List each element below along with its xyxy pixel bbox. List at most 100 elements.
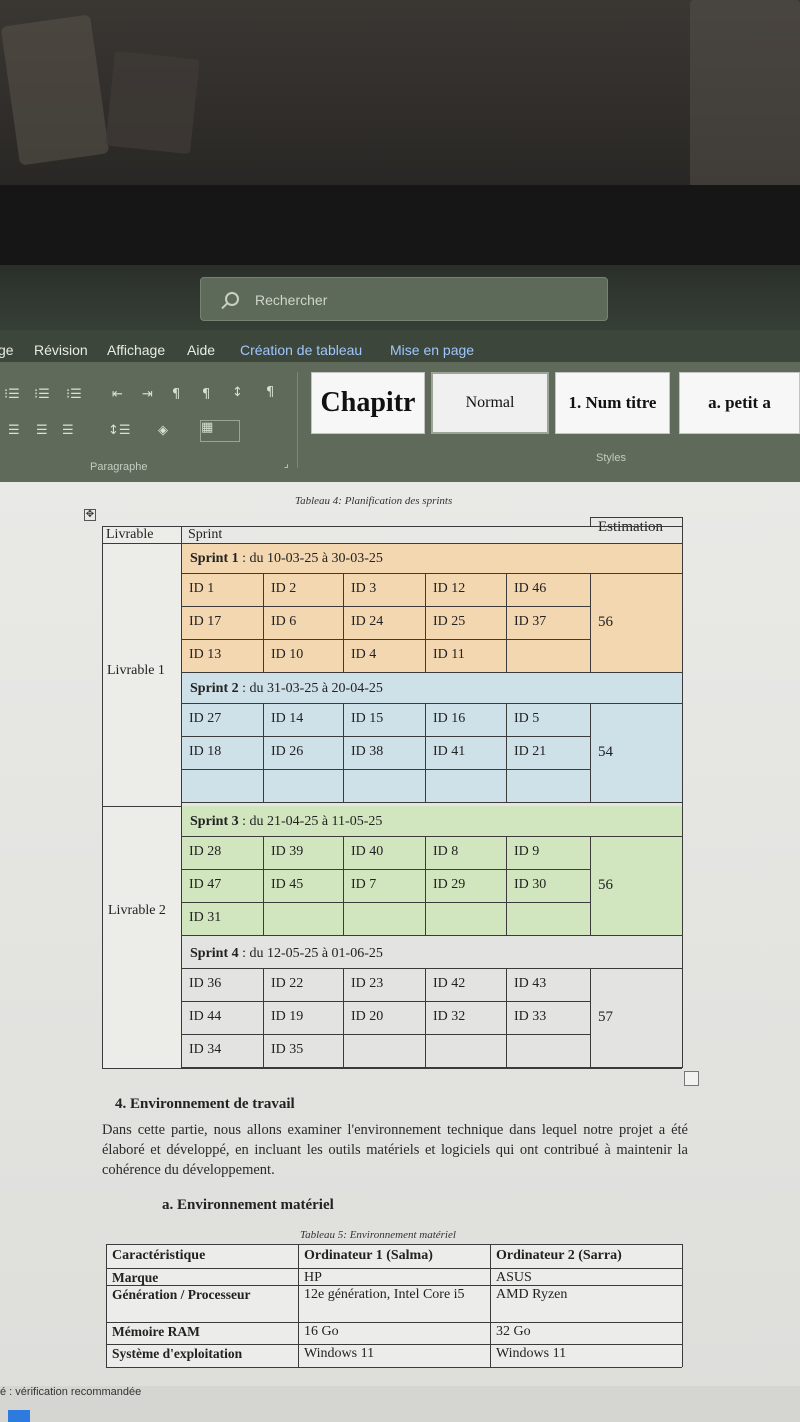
grid-line [181,902,590,903]
user-story-id: ID 26 [271,744,304,759]
sprint-title: Sprint 1 : du 10-03-25 à 30-03-25 [190,551,383,567]
table5-cell: Windows 11 [304,1346,375,1361]
background-object [0,14,110,166]
grid-line [181,935,682,936]
sprint-estimation: 57 [598,1009,613,1025]
background-object [105,50,200,155]
grid-line [590,517,682,518]
style-petit-a[interactable]: a. petit a [679,372,800,434]
align-right-icon[interactable]: ☰ [36,424,58,438]
ltr-icon[interactable]: ¶ [172,388,194,402]
user-story-id: ID 36 [189,976,222,991]
grid-line [181,672,682,673]
grid-line [506,968,507,1067]
sprint-estimation: 56 [598,877,613,893]
sprint-dates: : du 10-03-25 à 30-03-25 [238,551,383,566]
table-move-handle-icon[interactable]: ✥ [84,509,96,521]
table5-cell: AMD Ryzen [496,1287,568,1302]
grid-line [106,1344,682,1345]
search-box[interactable]: Rechercher [200,277,608,321]
grid-line [425,836,426,935]
user-story-id: ID 7 [351,877,377,892]
style-chapitre[interactable]: Chapitr [311,372,425,434]
grid-line [590,703,591,802]
table5-header: Caractéristique [112,1248,206,1263]
user-story-id: ID 30 [514,877,547,892]
table5-cell: 12e génération, Intel Core i5 [304,1287,465,1302]
decrease-indent-icon[interactable]: ⇤ [112,388,134,402]
table5-cell: HP [304,1270,322,1285]
user-story-id: ID 2 [271,581,297,596]
sprint-estimation: 56 [598,614,613,630]
justify-icon[interactable]: ☰ [62,424,84,438]
user-story-id: ID 24 [351,614,384,629]
header-estimation: Estimation [598,519,663,535]
grid-line [343,703,344,802]
grid-line [102,806,181,807]
numbering-icon[interactable]: ⁝☰ [34,388,56,402]
style-normal[interactable]: Normal [431,372,549,434]
user-story-id: ID 9 [514,844,540,859]
borders-icon[interactable]: ▦ [200,420,240,442]
user-story-id: ID 14 [271,711,304,726]
grid-line [181,1034,590,1035]
menu-item-affichage[interactable]: Affichage [107,342,165,358]
table5-cell: 16 Go [304,1324,339,1339]
grid-line [181,526,182,1068]
sprint-title: Sprint 3 : du 21-04-25 à 11-05-25 [190,814,382,830]
user-story-id: ID 18 [189,744,222,759]
grid-line [263,573,264,672]
grid-line [263,968,264,1067]
grid-line [490,1244,491,1367]
align-center-icon[interactable]: ☰ [8,424,30,438]
grid-line [343,968,344,1067]
grid-line [506,703,507,802]
sort-icon[interactable]: ↕ [232,386,254,400]
grid-line [181,1001,590,1002]
grid-line [102,543,682,544]
windows-start-icon[interactable] [8,1410,30,1422]
table5-header: Ordinateur 2 (Sarra) [496,1248,622,1263]
shading-icon[interactable]: ◈ [158,424,180,438]
style-label: a. petit a [708,393,771,412]
menu-item-aide[interactable]: Aide [187,342,215,358]
search-icon [225,292,239,306]
user-story-id: ID 34 [189,1042,222,1057]
table5-cell: Mémoire RAM [112,1324,200,1339]
grid-line [590,836,591,935]
sprint-title: Sprint 2 : du 31-03-25 à 20-04-25 [190,681,383,697]
user-story-id: ID 22 [271,976,304,991]
menu-item-page[interactable]: ge [0,342,14,358]
table5-cell: Windows 11 [496,1346,567,1361]
user-story-id: ID 33 [514,1009,547,1024]
grid-line [343,836,344,935]
table5-caption: Tableau 5: Environnement matériel [300,1229,456,1241]
header-livrable: Livrable [106,527,154,542]
increase-indent-icon[interactable]: ⇥ [142,388,164,402]
table-resize-handle-icon[interactable] [684,1071,699,1086]
dialog-launcher-icon[interactable]: ⌟ [284,458,306,472]
style-num-titre[interactable]: 1. Num titre [555,372,670,434]
menu-item-revision[interactable]: Révision [34,342,88,358]
multilevel-list-icon[interactable]: ⁝☰ [66,388,88,402]
grid-line [106,1268,682,1269]
livrable-column-bg [102,526,181,1068]
sprint-title: Sprint 4 : du 12-05-25 à 01-06-25 [190,946,383,962]
grid-line [425,573,426,672]
grid-line [106,1244,682,1245]
grid-line [102,526,682,527]
bullets-icon[interactable]: ⁝☰ [4,388,26,402]
show-marks-icon[interactable]: ¶ [266,386,288,400]
menu-item-creation-tableau[interactable]: Création de tableau [240,342,362,358]
user-story-id: ID 4 [351,647,377,662]
grid-line [506,573,507,672]
user-story-id: ID 20 [351,1009,384,1024]
grid-line [590,517,591,526]
menu-item-mise-en-page[interactable]: Mise en page [390,342,474,358]
rtl-icon[interactable]: ¶ [202,388,224,402]
table5-cell: Système d'exploitation [112,1346,243,1361]
user-story-id: ID 13 [189,647,222,662]
line-spacing-icon[interactable]: ↕☰ [108,424,131,438]
grid-line [181,869,590,870]
user-story-id: ID 6 [271,614,297,629]
